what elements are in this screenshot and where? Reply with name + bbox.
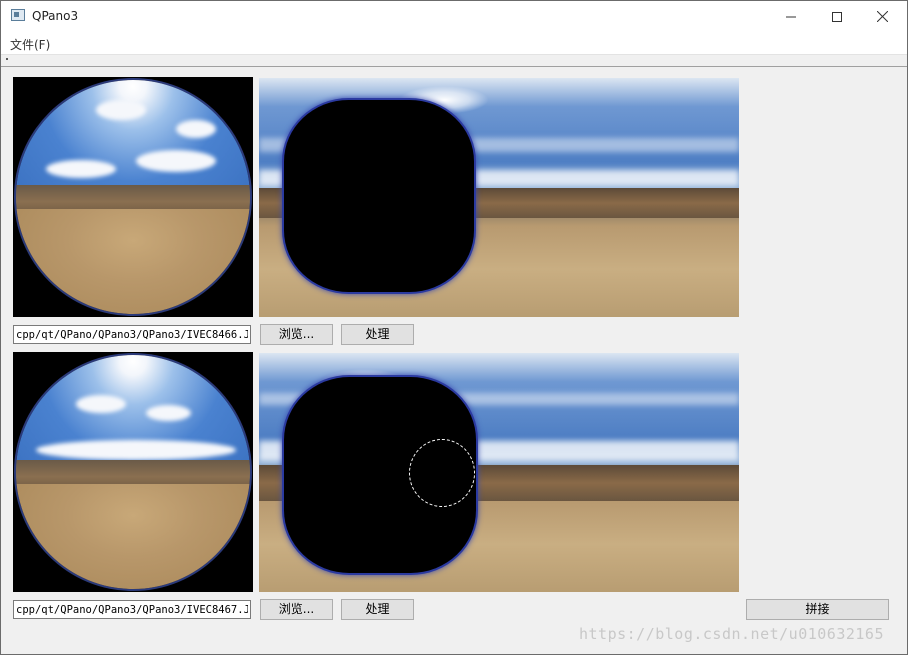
close-button[interactable] bbox=[859, 1, 905, 32]
process-button-1[interactable]: 处理 bbox=[341, 324, 414, 345]
browse-button-2[interactable]: 浏览... bbox=[260, 599, 333, 620]
title-bar[interactable]: QPano3 bbox=[1, 1, 907, 32]
panorama-image-1 bbox=[259, 78, 739, 317]
menu-separator bbox=[1, 66, 907, 67]
app-window-icon bbox=[11, 9, 25, 21]
image-path-field-1[interactable] bbox=[13, 325, 251, 344]
selection-arc bbox=[409, 439, 475, 507]
minimize-button[interactable] bbox=[768, 1, 814, 32]
stitch-button[interactable]: 拼接 bbox=[746, 599, 889, 620]
maximize-button[interactable] bbox=[814, 1, 860, 32]
menu-file[interactable]: 文件(F) bbox=[10, 36, 50, 53]
maximize-icon bbox=[832, 11, 842, 22]
watermark-text: https://blog.csdn.net/u010632165 bbox=[579, 625, 884, 643]
minimize-icon bbox=[786, 16, 796, 17]
image-path-field-2[interactable] bbox=[13, 600, 251, 619]
fisheye-image-1 bbox=[13, 77, 253, 317]
close-icon bbox=[876, 11, 888, 22]
menu-bar: 文件(F) bbox=[1, 32, 907, 55]
window-title: QPano3 bbox=[32, 9, 79, 23]
process-button-2[interactable]: 处理 bbox=[341, 599, 414, 620]
fisheye-image-2 bbox=[13, 352, 253, 592]
toolbar-handle bbox=[6, 58, 8, 60]
main-window: QPano3 文件(F) 浏览... bbox=[0, 0, 908, 655]
panorama-image-2 bbox=[259, 353, 739, 592]
browse-button-1[interactable]: 浏览... bbox=[260, 324, 333, 345]
